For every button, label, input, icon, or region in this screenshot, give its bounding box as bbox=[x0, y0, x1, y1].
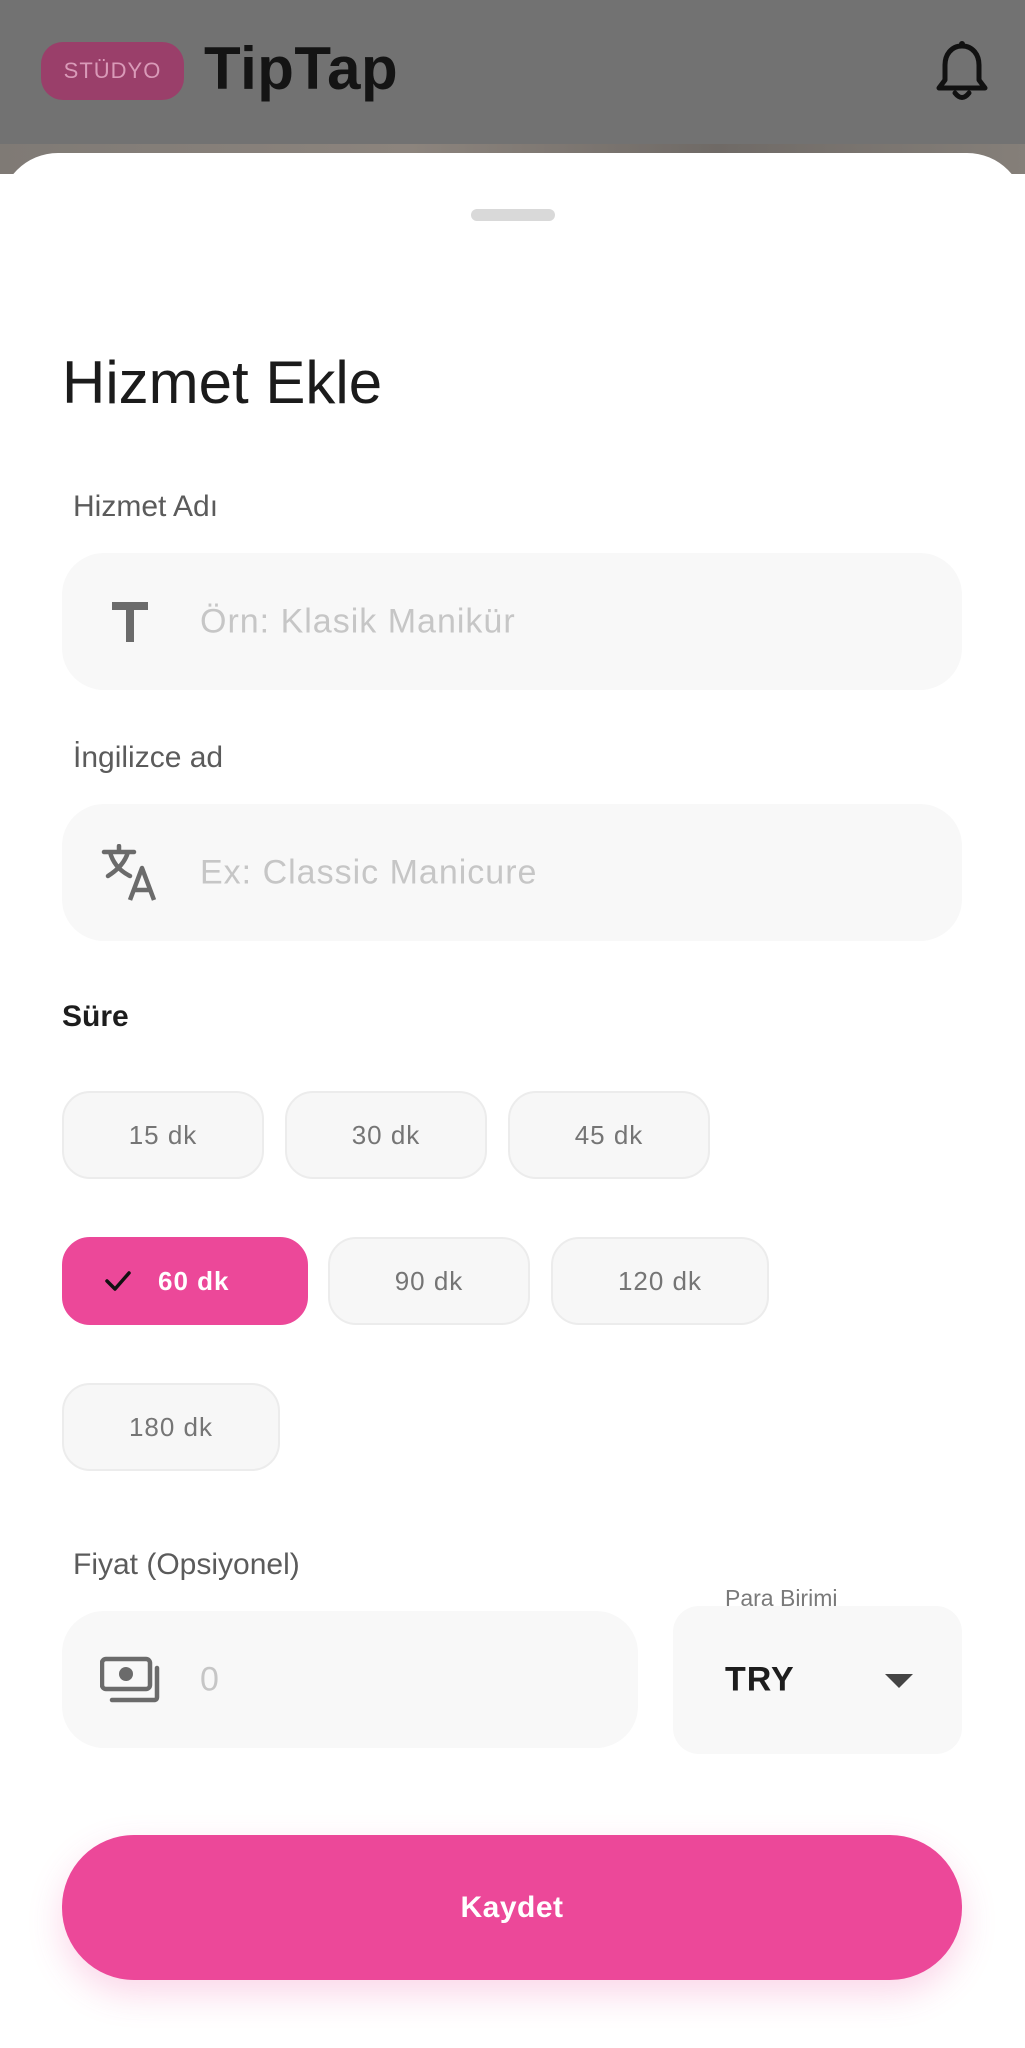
duration-chip-120[interactable]: 120 dk bbox=[551, 1237, 769, 1325]
money-icon bbox=[98, 1648, 162, 1712]
price-field[interactable]: 0 bbox=[62, 1611, 638, 1748]
duration-chip-45[interactable]: 45 dk bbox=[508, 1091, 710, 1179]
duration-chip-30[interactable]: 30 dk bbox=[285, 1091, 487, 1179]
price-placeholder: 0 bbox=[200, 1660, 220, 1698]
duration-chip-label: 15 dk bbox=[128, 1119, 198, 1150]
checkmark-icon bbox=[105, 1271, 131, 1291]
currency-select[interactable]: Para Birimi TRY bbox=[673, 1585, 962, 1754]
duration-chip-180[interactable]: 180 dk bbox=[62, 1383, 280, 1471]
studio-badge[interactable]: STÜDYO bbox=[41, 42, 184, 100]
add-service-sheet: Hizmet Ekle Hizmet Adı Örn: Klasik Manik… bbox=[0, 153, 1025, 2048]
duration-chip-label: 45 dk bbox=[574, 1119, 644, 1150]
service-name-field[interactable]: Örn: Klasik Manikür bbox=[62, 553, 962, 690]
duration-chip-60-selected[interactable]: 60 dk bbox=[62, 1237, 308, 1325]
duration-chip-label: 120 dk bbox=[617, 1265, 703, 1296]
app-header: STÜDYO TipTap bbox=[0, 0, 1025, 144]
price-label: Fiyat (Opsiyonel) bbox=[73, 1548, 300, 1581]
sheet-drag-handle[interactable] bbox=[471, 209, 555, 221]
bell-icon[interactable] bbox=[934, 40, 990, 104]
duration-chip-label: 90 dk bbox=[394, 1265, 464, 1296]
service-name-placeholder: Örn: Klasik Manikür bbox=[200, 602, 516, 640]
duration-chip-15[interactable]: 15 dk bbox=[62, 1091, 264, 1179]
duration-chip-label: 60 dk bbox=[158, 1265, 230, 1296]
screen: STÜDYO TipTap Hizmet Ekle Hizmet Adı Örn… bbox=[0, 0, 1025, 2048]
caret-down-icon bbox=[885, 1674, 913, 1688]
english-name-label: İngilizce ad bbox=[73, 741, 224, 774]
english-name-placeholder: Ex: Classic Manicure bbox=[200, 853, 538, 891]
english-name-field[interactable]: Ex: Classic Manicure bbox=[62, 804, 962, 941]
sheet-title: Hizmet Ekle bbox=[62, 349, 383, 416]
duration-chip-90[interactable]: 90 dk bbox=[328, 1237, 530, 1325]
translate-icon bbox=[98, 841, 162, 905]
currency-label: Para Birimi bbox=[725, 1585, 838, 1611]
duration-title: Süre bbox=[62, 1000, 129, 1033]
duration-chip-label: 180 dk bbox=[128, 1411, 214, 1442]
duration-chip-label: 30 dk bbox=[351, 1119, 421, 1150]
app-title: TipTap bbox=[204, 35, 399, 102]
service-name-label: Hizmet Adı bbox=[73, 490, 219, 523]
currency-value: TRY bbox=[725, 1660, 795, 1699]
save-button[interactable]: Kaydet bbox=[62, 1835, 962, 1980]
text-t-icon bbox=[98, 590, 162, 654]
